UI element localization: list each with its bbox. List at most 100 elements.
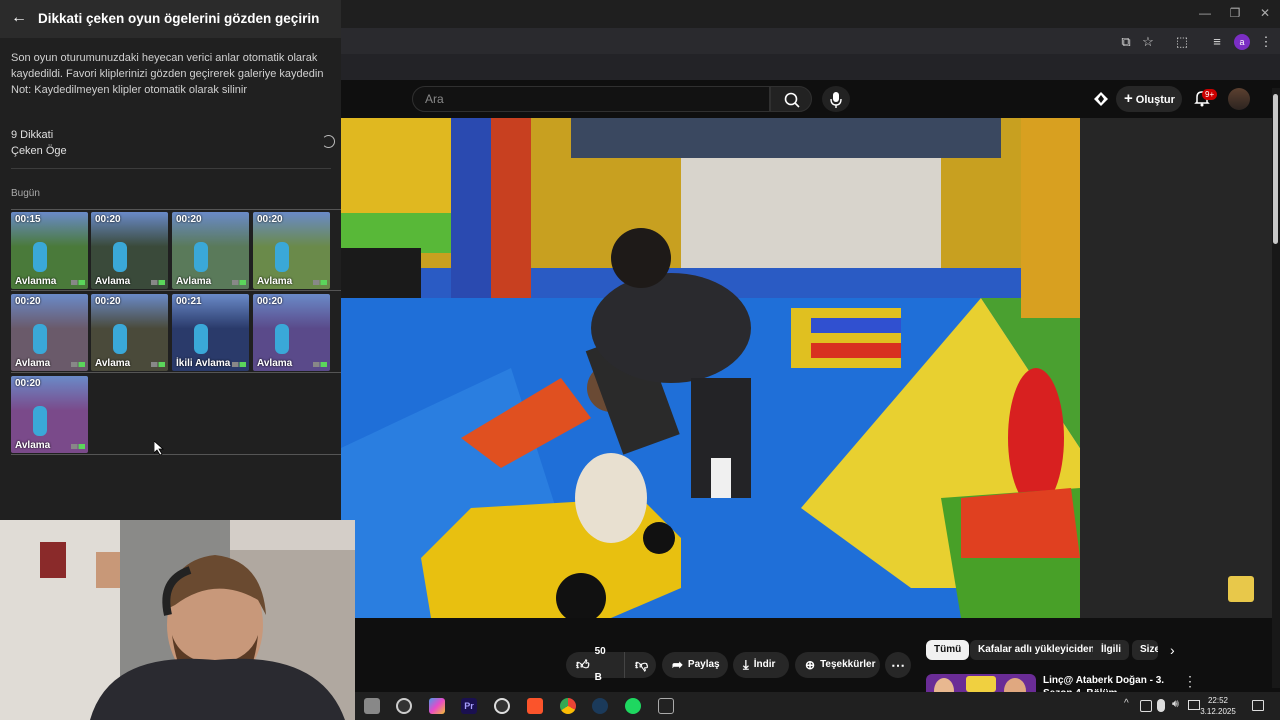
steam-icon[interactable] (592, 698, 608, 714)
grid-row-divider (11, 290, 341, 291)
clip-duration: 00:20 (176, 214, 202, 225)
notification-badge: 9+ (1202, 89, 1218, 100)
copilot-icon[interactable] (429, 698, 445, 714)
clip-duration: 00:20 (95, 296, 121, 307)
clip-status-icons (313, 362, 327, 367)
close-icon[interactable]: ✕ (1250, 4, 1280, 22)
clip-tag: Avlama (257, 276, 293, 287)
clip-duration: 00:15 (15, 214, 41, 225)
clip-tag: Avlanma (15, 276, 57, 287)
user-avatar[interactable] (1228, 88, 1250, 110)
kebab-menu-icon[interactable]: ⋮ (1257, 33, 1275, 51)
tray-chevron-icon[interactable]: ^ (1124, 698, 1134, 712)
clip-status-icons (71, 362, 85, 367)
clip-thumbnail[interactable]: 00:20 Avlama (91, 294, 168, 371)
start-icon[interactable] (364, 698, 380, 714)
desc-line-2: kaydedildi. Favori kliplerinizi gözden g… (11, 68, 324, 80)
loading-spinner-icon (322, 135, 335, 148)
download-label: İndir (753, 659, 776, 670)
thanks-icon: ⊕ (805, 658, 816, 672)
tray-app-icon[interactable] (1140, 700, 1152, 712)
clip-thumbnail[interactable]: 00:20 Avlama (172, 212, 249, 289)
plus-icon: + (1124, 90, 1133, 107)
tray-mic-icon[interactable] (1157, 699, 1165, 712)
theater-side-area (1080, 118, 1272, 618)
more-horizontal-icon: ⋯ (891, 657, 905, 673)
panel-divider (11, 168, 331, 169)
thanks-button[interactable]: ⊕ Teşekkürler (795, 652, 880, 678)
profile-avatar[interactable]: a (1234, 34, 1250, 50)
clock-date: 3.12.2025 (1200, 707, 1236, 716)
volume-icon[interactable]: 🔊︎ (1172, 698, 1184, 712)
extensions-icon[interactable]: ⬚ (1173, 33, 1191, 51)
channel-watermark[interactable] (1228, 576, 1254, 602)
clip-duration: 00:20 (257, 296, 283, 307)
clip-thumbnail[interactable]: 00:20 Avlama (91, 212, 168, 289)
clip-status-icons (71, 444, 85, 449)
search-button[interactable] (770, 86, 812, 112)
video-frame (341, 118, 1080, 618)
chrome-icon[interactable] (560, 698, 576, 714)
brave-icon[interactable] (527, 698, 543, 714)
desc-line-1: Son oyun oturumunuzdaki heyecan verici a… (11, 52, 318, 64)
dislike-button[interactable]: 👎︎ (624, 652, 656, 678)
clip-tag: Avlama (15, 440, 51, 451)
share-icon: ➦ (672, 657, 683, 672)
chip-uploader[interactable]: Kafalar adlı yükleyiciden (970, 640, 1103, 660)
clip-tag: Avlama (95, 358, 131, 369)
clip-duration: 00:21 (176, 296, 202, 307)
speedometer-icon[interactable] (396, 698, 412, 714)
maximize-icon[interactable]: ❐ (1220, 4, 1250, 22)
voice-search-button[interactable] (822, 86, 850, 112)
install-app-icon[interactable]: ⧉ (1117, 33, 1135, 51)
clip-character (33, 406, 47, 436)
clip-character (113, 242, 127, 272)
spotify-icon[interactable] (625, 698, 641, 714)
clip-character (113, 324, 127, 354)
chip-for-you[interactable]: Size (1132, 640, 1158, 660)
premiere-icon[interactable]: Pr (461, 698, 477, 714)
thanks-label: Teşekkürler (820, 659, 876, 670)
desc-line-3: Not: Kaydedilmeyen klipler otomatik olar… (11, 84, 247, 96)
clip-thumbnail[interactable]: 00:20 Avlama (11, 376, 88, 453)
clip-character (33, 324, 47, 354)
clip-thumbnail[interactable]: 00:20 Avlama (253, 294, 330, 371)
search-input[interactable]: Ara (412, 86, 770, 112)
create-button[interactable]: + Oluştur (1116, 86, 1182, 112)
related-more-icon[interactable]: ⋮ (1183, 674, 1197, 690)
chip-all[interactable]: Tümü (926, 640, 970, 660)
chip-related[interactable]: İlgili (1093, 640, 1129, 660)
notification-center-icon[interactable] (1252, 700, 1264, 711)
scrollbar-thumb[interactable] (1273, 94, 1278, 244)
more-actions-button[interactable]: ⋯ (885, 652, 911, 678)
video-player[interactable] (341, 118, 1080, 618)
like-button[interactable]: 👍︎ 50 B (566, 646, 624, 683)
share-button[interactable]: ➦ Paylaş (662, 652, 728, 678)
clip-status-icons (313, 280, 327, 285)
clip-thumbnail[interactable]: 00:20 Avlama (11, 294, 88, 371)
download-button[interactable]: ⤓ İndir (733, 652, 789, 678)
download-icon: ⤓ (743, 657, 749, 672)
grid-row-divider (11, 454, 341, 455)
clip-thumbnail[interactable]: 00:21 İkili Avlama (172, 294, 249, 371)
obs-icon[interactable] (494, 698, 510, 714)
microphone-icon (830, 92, 842, 108)
webcam-frame (0, 520, 355, 720)
clip-status-icons (71, 280, 85, 285)
mouse-cursor-icon (154, 441, 164, 455)
thumbs-up-icon: 👍︎ (576, 657, 590, 672)
clip-thumbnail[interactable]: 00:15 Avlanma (11, 212, 88, 289)
clip-thumbnail[interactable]: 00:20 Avlama (253, 212, 330, 289)
clip-duration: 00:20 (257, 214, 283, 225)
media-control-icon[interactable]: ≡ (1208, 33, 1226, 51)
bookmark-star-icon[interactable]: ☆ (1139, 33, 1157, 51)
back-arrow-icon[interactable]: ← (10, 9, 28, 27)
epic-games-icon[interactable] (658, 698, 674, 714)
clip-tag: Avlama (257, 358, 293, 369)
clip-tag: İkili Avlama (176, 358, 231, 369)
minimize-icon[interactable]: — (1190, 4, 1220, 22)
chevron-right-icon[interactable]: › (1170, 640, 1184, 660)
premium-gem-icon[interactable] (1092, 90, 1110, 108)
taskbar-clock[interactable]: 22:52 3.12.2025 (1198, 695, 1238, 717)
clip-tag: Avlama (176, 276, 212, 287)
